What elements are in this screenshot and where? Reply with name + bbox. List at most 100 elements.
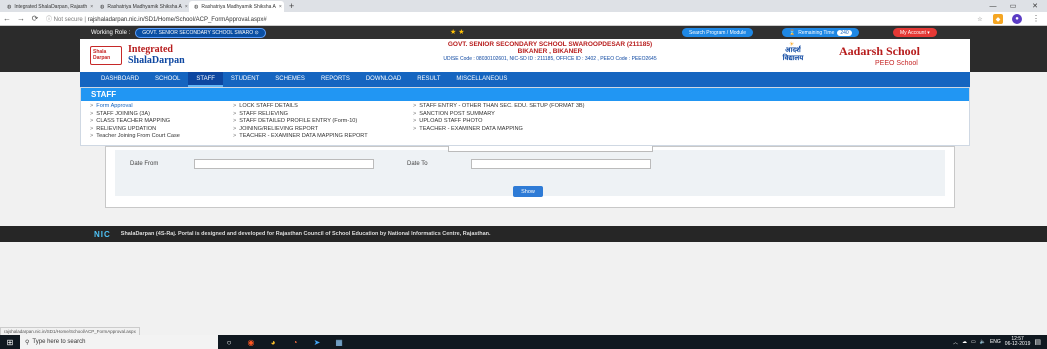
- menu-result[interactable]: RESULT: [409, 72, 448, 87]
- edge-icon[interactable]: ➤: [306, 335, 328, 349]
- hourglass-icon: ⌛: [789, 29, 796, 36]
- menu-link-lock-staff-details[interactable]: > LOCK STAFF DETAILS: [233, 103, 368, 111]
- bullet: >: [233, 103, 237, 109]
- remaining-time-badge: 240: [837, 29, 852, 36]
- browser-tab-3[interactable]: ◍ Rashatriya Madhyamik Shiksha A ×: [189, 1, 284, 12]
- role-select[interactable]: GOVT. SENIOR SECONDARY SCHOOL SWARO ⊙: [135, 27, 266, 38]
- date-to-input[interactable]: [471, 159, 651, 169]
- minimize-button[interactable]: —: [984, 0, 1002, 12]
- shaladarpan-logo[interactable]: Shala Darpan Integrated ShalaDarpan: [90, 44, 185, 68]
- link-label: LOCK STAFF DETAILS: [239, 103, 298, 109]
- staff-dropdown-heading: STAFF: [81, 88, 969, 101]
- taskbar-search[interactable]: ⚲ Type here to search: [20, 335, 218, 349]
- window-close-button[interactable]: ✕: [1026, 0, 1044, 12]
- chrome-icon[interactable]: ◕: [262, 335, 284, 349]
- reload-icon[interactable]: ⟳: [28, 14, 42, 23]
- my-account-label: My Account ▾: [900, 29, 930, 36]
- bullet: >: [233, 110, 237, 117]
- windows-start-icon[interactable]: ⊞: [0, 335, 20, 349]
- menu-link-examiner-mapping-report[interactable]: > TEACHER - EXAMINER DATA MAPPING REPORT: [233, 133, 368, 141]
- bullet: >: [413, 110, 417, 117]
- link-label: STAFF RELIEVING: [239, 110, 288, 117]
- back-icon[interactable]: ←: [0, 14, 14, 23]
- language-indicator[interactable]: ENG: [990, 339, 1001, 345]
- menu-download[interactable]: DOWNLOAD: [358, 72, 409, 87]
- clock-date: 06-12-2019: [1004, 341, 1031, 347]
- menu-link-upload-staff-photo[interactable]: > UPLOAD STAFF PHOTO: [413, 118, 585, 126]
- forward-icon[interactable]: →: [14, 14, 28, 23]
- menu-link-staff-entry-other[interactable]: > STAFF ENTRY - OTHER THAN SEC. EDU. SETU…: [413, 103, 585, 111]
- remaining-time-button[interactable]: ⌛ Remaining Time 240: [782, 28, 859, 37]
- cloud-icon[interactable]: ☁: [962, 339, 967, 345]
- dropdown-column-1: > Form Approval > STAFF JOINING (3A) > CLAS…: [90, 103, 180, 141]
- menu-school[interactable]: SCHOOL: [147, 72, 188, 87]
- bullet: >: [413, 118, 417, 125]
- partial-input-field[interactable]: [448, 146, 653, 152]
- menu-link-relieving-updation[interactable]: > RELIEVING UPDATION: [90, 126, 180, 134]
- task-view-icon[interactable]: ○: [218, 335, 240, 349]
- logo-small-text: Shala Darpan: [90, 46, 122, 65]
- dropdown-column-3: > STAFF ENTRY - OTHER THAN SEC. EDU. SETU…: [413, 103, 585, 133]
- date-to-label: Date To: [407, 161, 428, 167]
- search-program-label: Search Program / Module: [689, 29, 746, 36]
- menu-miscellaneous[interactable]: MISCELLANEOUS: [448, 72, 515, 87]
- menu-link-teacher-joining-court-case[interactable]: > Teacher Joining From Court Case: [90, 133, 180, 141]
- link-label: Teacher Joining From Court Case: [96, 133, 180, 140]
- link-label: STAFF ENTRY - OTHER THAN SEC. EDU. SETUP…: [419, 103, 585, 109]
- menu-dashboard[interactable]: DASHBOARD: [93, 72, 147, 87]
- nic-logo: NIC: [94, 229, 111, 239]
- menu-student[interactable]: STUDENT: [223, 72, 267, 87]
- menu-link-sanction-post-summary[interactable]: > SANCTION POST SUMMARY: [413, 111, 585, 119]
- search-icon: ⚲: [25, 339, 30, 346]
- star-bookmark-icon[interactable]: ☆: [975, 14, 985, 24]
- address-bar: ← → ⟳ ⓘ Not secure | rajshaladarpan.nic.…: [0, 12, 1047, 26]
- bullet: >: [233, 125, 237, 132]
- date-from-label: Date From: [130, 161, 159, 167]
- my-account-button[interactable]: My Account ▾: [893, 28, 937, 37]
- menu-link-staff-profile-entry[interactable]: > STAFF DETAILED PROFILE ENTRY (Form-10): [233, 118, 368, 126]
- link-label: SANCTION POST SUMMARY: [419, 110, 495, 117]
- chevron-up-icon[interactable]: ︿: [953, 339, 958, 346]
- close-icon[interactable]: ×: [185, 4, 188, 10]
- menu-link-staff-joining[interactable]: > STAFF JOINING (3A): [90, 111, 180, 119]
- close-icon[interactable]: ×: [90, 4, 93, 10]
- firefox-icon[interactable]: ◔: [284, 335, 306, 349]
- opera-icon[interactable]: ◉: [240, 335, 262, 349]
- new-tab-button[interactable]: +: [289, 1, 294, 11]
- notification-icon[interactable]: ▤: [1034, 338, 1041, 346]
- system-tray: ︿ ☁ ▭ 🔈 ENG 12:57 06-12-2019 ▤: [953, 337, 1047, 347]
- link-label: UPLOAD STAFF PHOTO: [419, 118, 483, 125]
- logo-title-1: Integrated: [128, 44, 173, 55]
- url-field[interactable]: ⓘ Not secure | rajshaladarpan.nic.in/SD1…: [46, 14, 267, 23]
- maximize-button[interactable]: ▭: [1004, 0, 1022, 12]
- clock[interactable]: 12:57 06-12-2019: [1005, 337, 1031, 347]
- menu-link-examiner-mapping[interactable]: > TEACHER - EXAMINER DATA MAPPING: [413, 126, 585, 134]
- search-program-button[interactable]: Search Program / Module: [682, 28, 753, 37]
- photos-icon[interactable]: ▦: [328, 335, 350, 349]
- menu-link-joining-relieving-report[interactable]: > JOINING/RELIEVING REPORT: [233, 126, 368, 134]
- info-icon: ⓘ: [46, 17, 54, 23]
- menu-reports[interactable]: REPORTS: [313, 72, 358, 87]
- browser-tab-2[interactable]: ◍ Rashatriya Madhyamik Shiksha A ×: [95, 1, 188, 12]
- link-label: JOINING/RELIEVING REPORT: [239, 125, 319, 132]
- bullet: >: [90, 125, 94, 132]
- menu-link-class-teacher-mapping[interactable]: > CLASS TEACHER MAPPING: [90, 118, 180, 126]
- date-from-input[interactable]: [194, 159, 374, 169]
- show-button[interactable]: Show: [513, 186, 543, 197]
- link-label: STAFF DETAILED PROFILE ENTRY (Form-10): [239, 118, 358, 125]
- profile-avatar[interactable]: ●: [1012, 14, 1022, 24]
- volume-icon[interactable]: 🔈: [980, 339, 986, 345]
- network-icon[interactable]: ▭: [971, 339, 976, 345]
- footer-text: ShalaDarpan (4S-Raj. Portal is designed …: [120, 231, 491, 237]
- extension-icon[interactable]: ◆: [993, 14, 1003, 24]
- school-info: GOVT. SENIOR SECONDARY SCHOOL SWAROOPDES…: [245, 41, 805, 62]
- globe-icon: ◍: [100, 3, 105, 10]
- link-label: RELIEVING UPDATION: [96, 125, 157, 132]
- menu-schemes[interactable]: SCHEMES: [267, 72, 313, 87]
- menu-link-form-approval[interactable]: > Form Approval: [90, 103, 180, 111]
- close-icon[interactable]: ×: [279, 4, 282, 10]
- menu-staff[interactable]: STAFF: [188, 72, 223, 87]
- browser-menu-icon[interactable]: ⋮: [1032, 14, 1040, 23]
- menu-link-staff-relieving[interactable]: > STAFF RELIEVING: [233, 111, 368, 119]
- browser-tab-1[interactable]: ◍ Integrated ShalaDarpan, Rajasth ×: [2, 1, 94, 12]
